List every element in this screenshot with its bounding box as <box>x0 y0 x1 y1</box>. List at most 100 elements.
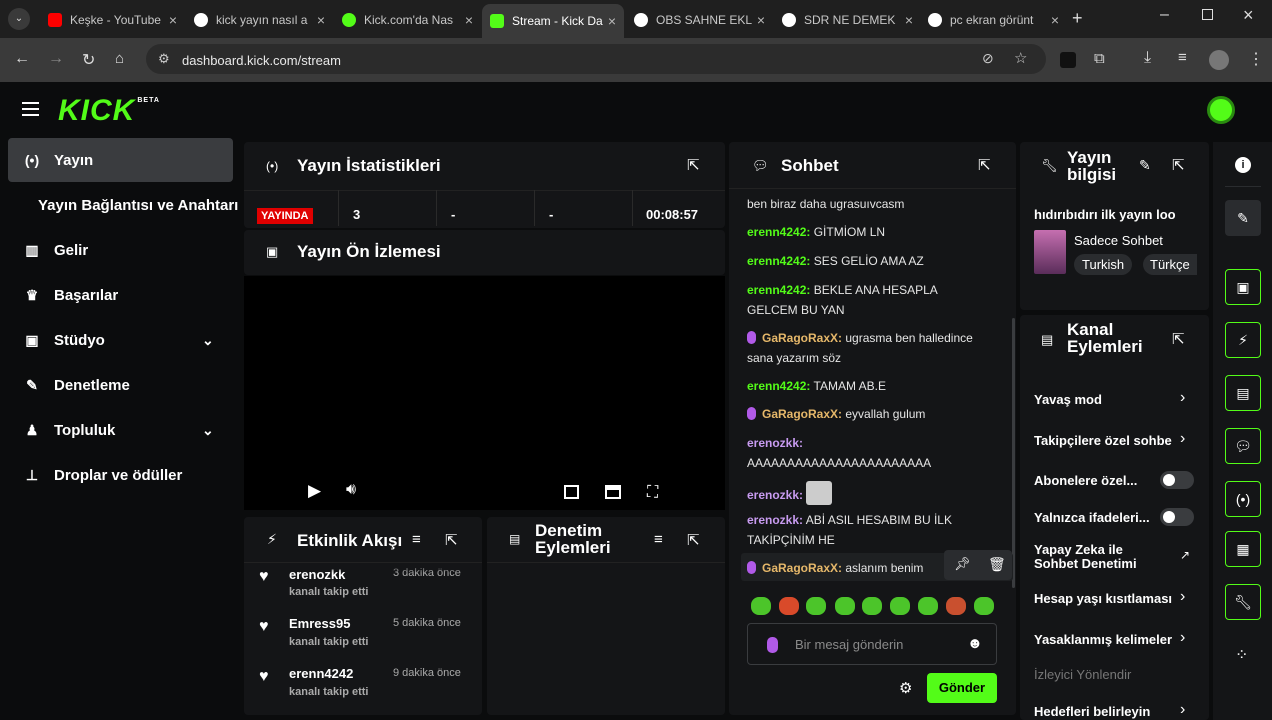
activity-user[interactable]: erenn4242 <box>289 666 353 681</box>
quick-action-studio[interactable]: ▦ <box>1225 531 1261 567</box>
reload-icon[interactable]: ↻ <box>82 50 95 70</box>
emote-icon[interactable] <box>890 597 910 615</box>
channel-action[interactable]: Takipçilere özel sohbe <box>1034 433 1174 448</box>
forward-icon[interactable]: → <box>48 50 64 68</box>
theater-icon[interactable] <box>605 485 621 499</box>
chat-username[interactable]: erenn4242: <box>747 225 810 239</box>
browser-tab[interactable]: OBS SAHNE EKL × <box>628 6 773 34</box>
media-icon[interactable]: ≡ <box>1178 49 1187 66</box>
fullscreen-icon[interactable]: ⛶ <box>647 484 658 502</box>
chat-scrollbar[interactable] <box>1012 318 1015 588</box>
site-settings-icon[interactable]: ⚙ <box>158 51 170 67</box>
category-name[interactable]: Sadece Sohbet <box>1074 233 1163 248</box>
emote-icon[interactable] <box>751 597 771 615</box>
edit-mode-button[interactable]: ✎ <box>1225 200 1261 236</box>
sidebar-item-yayin[interactable]: (•) Yayın <box>8 138 233 182</box>
emoji-icon[interactable]: ☻ <box>967 635 983 652</box>
channel-action[interactable]: Hesap yaşı kısıtlaması <box>1034 591 1174 606</box>
restore-button[interactable] <box>1202 9 1213 20</box>
chevron-right-icon[interactable]: › <box>1180 629 1185 647</box>
popout-icon[interactable]: ⇱ <box>687 531 700 549</box>
emote-icon[interactable] <box>918 597 938 615</box>
filter-icon[interactable]: ≡ <box>654 531 663 548</box>
browser-tab-active[interactable]: Stream - Kick Da × <box>482 4 624 38</box>
emote-icon[interactable] <box>974 597 994 615</box>
kick-logo[interactable]: KICK BETA <box>58 94 160 128</box>
channel-action[interactable]: Abonelere özel... <box>1034 473 1137 488</box>
activity-user[interactable]: Emress95 <box>289 616 350 631</box>
browser-tab[interactable]: Kick.com'da Nas × <box>336 6 481 34</box>
channel-action[interactable]: Yalnızca ifadeleri... <box>1034 510 1150 525</box>
sidebar-item-basarilar[interactable]: ♛ Başarılar <box>8 273 233 317</box>
sidebar-item-studyo[interactable]: ▣ Stüdyo ⌄ <box>8 318 233 362</box>
sidebar-item-droplar[interactable]: ⊥ Droplar ve ödüller <box>8 453 233 497</box>
popout-icon[interactable]: ⇱ <box>1172 330 1185 348</box>
volume-icon[interactable]: 🔊︎ <box>346 481 356 499</box>
chevron-right-icon[interactable]: › <box>1180 701 1185 719</box>
video-player[interactable] <box>244 276 725 510</box>
chat-username[interactable]: erenn4242: <box>747 379 810 393</box>
info-icon[interactable]: i <box>1235 157 1251 173</box>
download-icon[interactable]: ⤓ <box>1144 49 1151 67</box>
gear-icon[interactable]: ⚙ <box>899 679 912 697</box>
user-avatar[interactable] <box>1207 96 1235 124</box>
eye-off-icon[interactable]: ⊘ <box>982 50 994 67</box>
chat-username[interactable]: GaRagoRaxX: <box>762 407 842 421</box>
popout-icon[interactable]: ⇱ <box>1172 156 1185 174</box>
close-icon[interactable]: × <box>169 12 177 28</box>
toggle-subscribers-only[interactable] <box>1160 471 1194 489</box>
pip-icon[interactable] <box>564 485 579 499</box>
minimize-button[interactable]: – <box>1160 6 1169 24</box>
channel-action[interactable]: Yavaş mod <box>1034 392 1102 407</box>
quick-action-notes[interactable]: ▤ <box>1225 375 1261 411</box>
chat-username[interactable]: erenozkk: <box>747 436 803 450</box>
extension-icon[interactable] <box>1060 52 1076 68</box>
close-window-button[interactable]: × <box>1243 5 1254 26</box>
close-icon[interactable]: × <box>905 12 913 28</box>
send-button[interactable]: Gönder <box>927 673 997 703</box>
home-icon[interactable]: ⌂ <box>115 50 124 67</box>
sidebar-item-denetleme[interactable]: ✎ Denetleme <box>8 363 233 407</box>
sidebar-item-stream-key[interactable]: Yayın Bağlantısı ve Anahtarı <box>38 183 243 227</box>
emote-icon[interactable] <box>835 597 855 615</box>
hamburger-icon[interactable] <box>22 102 39 116</box>
more-actions-icon[interactable]: ⁘ <box>1235 645 1248 665</box>
quick-action-broadcast[interactable]: (•) <box>1225 481 1261 517</box>
pin-icon[interactable]: 📌︎ <box>954 556 971 572</box>
profile-avatar[interactable] <box>1209 50 1229 70</box>
browser-tab[interactable]: SDR NE DEMEK × <box>776 6 921 34</box>
emote-icon[interactable] <box>862 597 882 615</box>
puzzle-icon[interactable]: ⧉ <box>1094 50 1105 67</box>
popout-icon[interactable]: ⇱ <box>445 531 458 549</box>
chat-username[interactable]: erenn4242: <box>747 283 810 297</box>
bookmark-star-icon[interactable]: ☆ <box>1014 49 1027 67</box>
close-icon[interactable]: × <box>317 12 325 28</box>
new-tab-button[interactable]: + <box>1072 8 1083 29</box>
external-link-icon[interactable]: ↗ <box>1180 548 1190 562</box>
quick-action-settings[interactable]: 🔧︎ <box>1225 584 1261 620</box>
emote-icon[interactable] <box>779 597 799 615</box>
popout-icon[interactable]: ⇱ <box>978 156 991 174</box>
sidebar-item-gelir[interactable]: ▥ Gelir <box>8 228 233 272</box>
sidebar-item-topluluk[interactable]: ♟ Topluluk ⌄ <box>8 408 233 452</box>
close-icon[interactable]: × <box>1051 12 1059 28</box>
close-icon[interactable]: × <box>757 12 765 28</box>
popout-icon[interactable]: ⇱ <box>687 156 700 174</box>
close-icon[interactable]: × <box>608 13 616 29</box>
menu-icon[interactable]: ⋮ <box>1248 49 1264 69</box>
browser-tab[interactable]: Keşke - YouTube × <box>40 6 185 34</box>
trash-icon[interactable]: 🗑︎ <box>988 556 1006 573</box>
channel-action[interactable]: Hedefleri belirleyin <box>1034 704 1150 719</box>
channel-action[interactable]: Yasaklanmış kelimeler <box>1034 632 1174 647</box>
filter-icon[interactable]: ≡ <box>412 531 421 548</box>
close-icon[interactable]: × <box>465 12 473 28</box>
address-bar[interactable]: ⚙ dashboard.kick.com/stream ⊘ ☆ <box>146 44 1046 74</box>
chevron-right-icon[interactable]: › <box>1180 389 1185 407</box>
browser-tab[interactable]: kick yayın nasıl a × <box>188 6 333 34</box>
chat-input[interactable]: Bir mesaj gönderin ☻ <box>747 623 997 665</box>
tag[interactable]: Turkish <box>1074 254 1133 275</box>
back-icon[interactable]: ← <box>14 50 30 68</box>
chat-username[interactable]: erenozkk: <box>747 488 803 502</box>
chat-username[interactable]: erenozkk: <box>747 513 803 527</box>
tag[interactable]: Türkçe <box>1143 254 1197 275</box>
